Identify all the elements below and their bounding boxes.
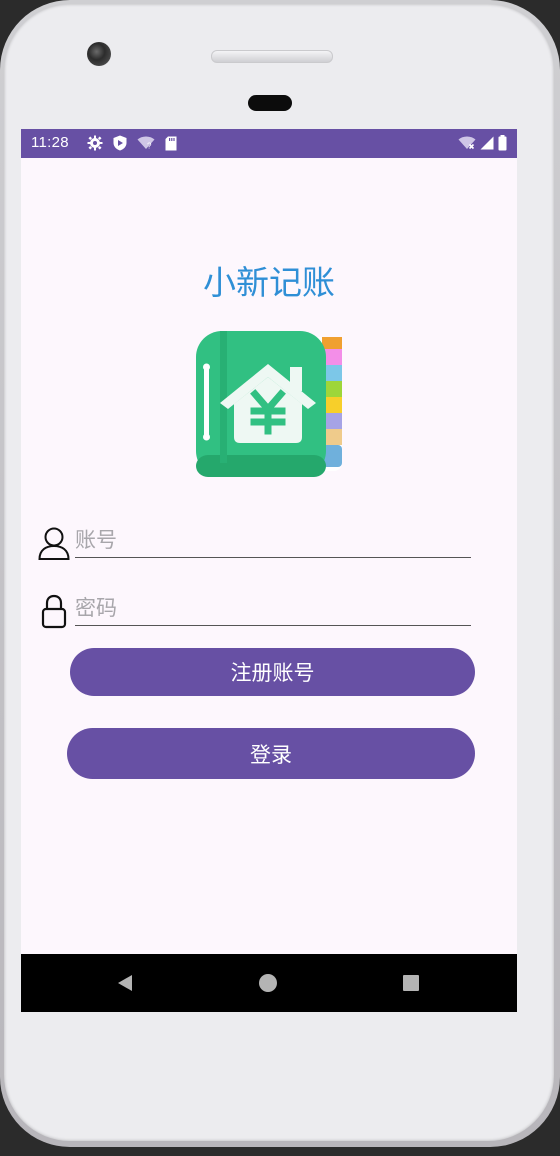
wifi-x-icon <box>458 136 476 150</box>
app-title: 小新记账 <box>203 263 335 302</box>
front-camera <box>87 42 111 66</box>
account-field <box>37 525 477 565</box>
app-screen: 11:28 ? 小新记账 账号 注册账号 登录 <box>21 129 517 1012</box>
proximity-sensor <box>248 95 292 111</box>
back-triangle-icon <box>118 975 132 991</box>
earpiece-speaker <box>211 50 333 63</box>
status-time: 11:28 <box>31 134 69 151</box>
status-bar: 11:28 ? <box>21 129 517 158</box>
login-button[interactable]: 登录 <box>67 728 475 779</box>
account-input[interactable] <box>75 525 471 558</box>
status-icons-right <box>458 135 507 151</box>
password-input[interactable] <box>75 593 471 626</box>
home-circle-icon <box>259 974 277 992</box>
device-frame: 11:28 ? 小新记账 账号 注册账号 登录 <box>0 0 560 1147</box>
signal-icon <box>480 136 494 150</box>
back-button[interactable] <box>112 970 138 996</box>
svg-text:?: ? <box>147 142 152 151</box>
recents-square-icon <box>403 975 419 991</box>
user-icon <box>38 527 70 560</box>
lock-icon <box>41 594 67 629</box>
ledger-house-yuan-icon <box>196 331 342 477</box>
sd-card-icon <box>165 136 177 150</box>
wifi-question-icon: ? <box>137 136 155 150</box>
password-field <box>37 593 477 633</box>
battery-icon <box>498 135 507 151</box>
recents-button[interactable] <box>398 970 424 996</box>
status-icons-left: ? <box>87 135 177 151</box>
register-button[interactable]: 注册账号 <box>70 648 475 696</box>
home-button[interactable] <box>255 970 281 996</box>
settings-gear-icon <box>87 135 103 151</box>
navigation-bar <box>21 954 517 1012</box>
shield-icon <box>113 135 127 151</box>
